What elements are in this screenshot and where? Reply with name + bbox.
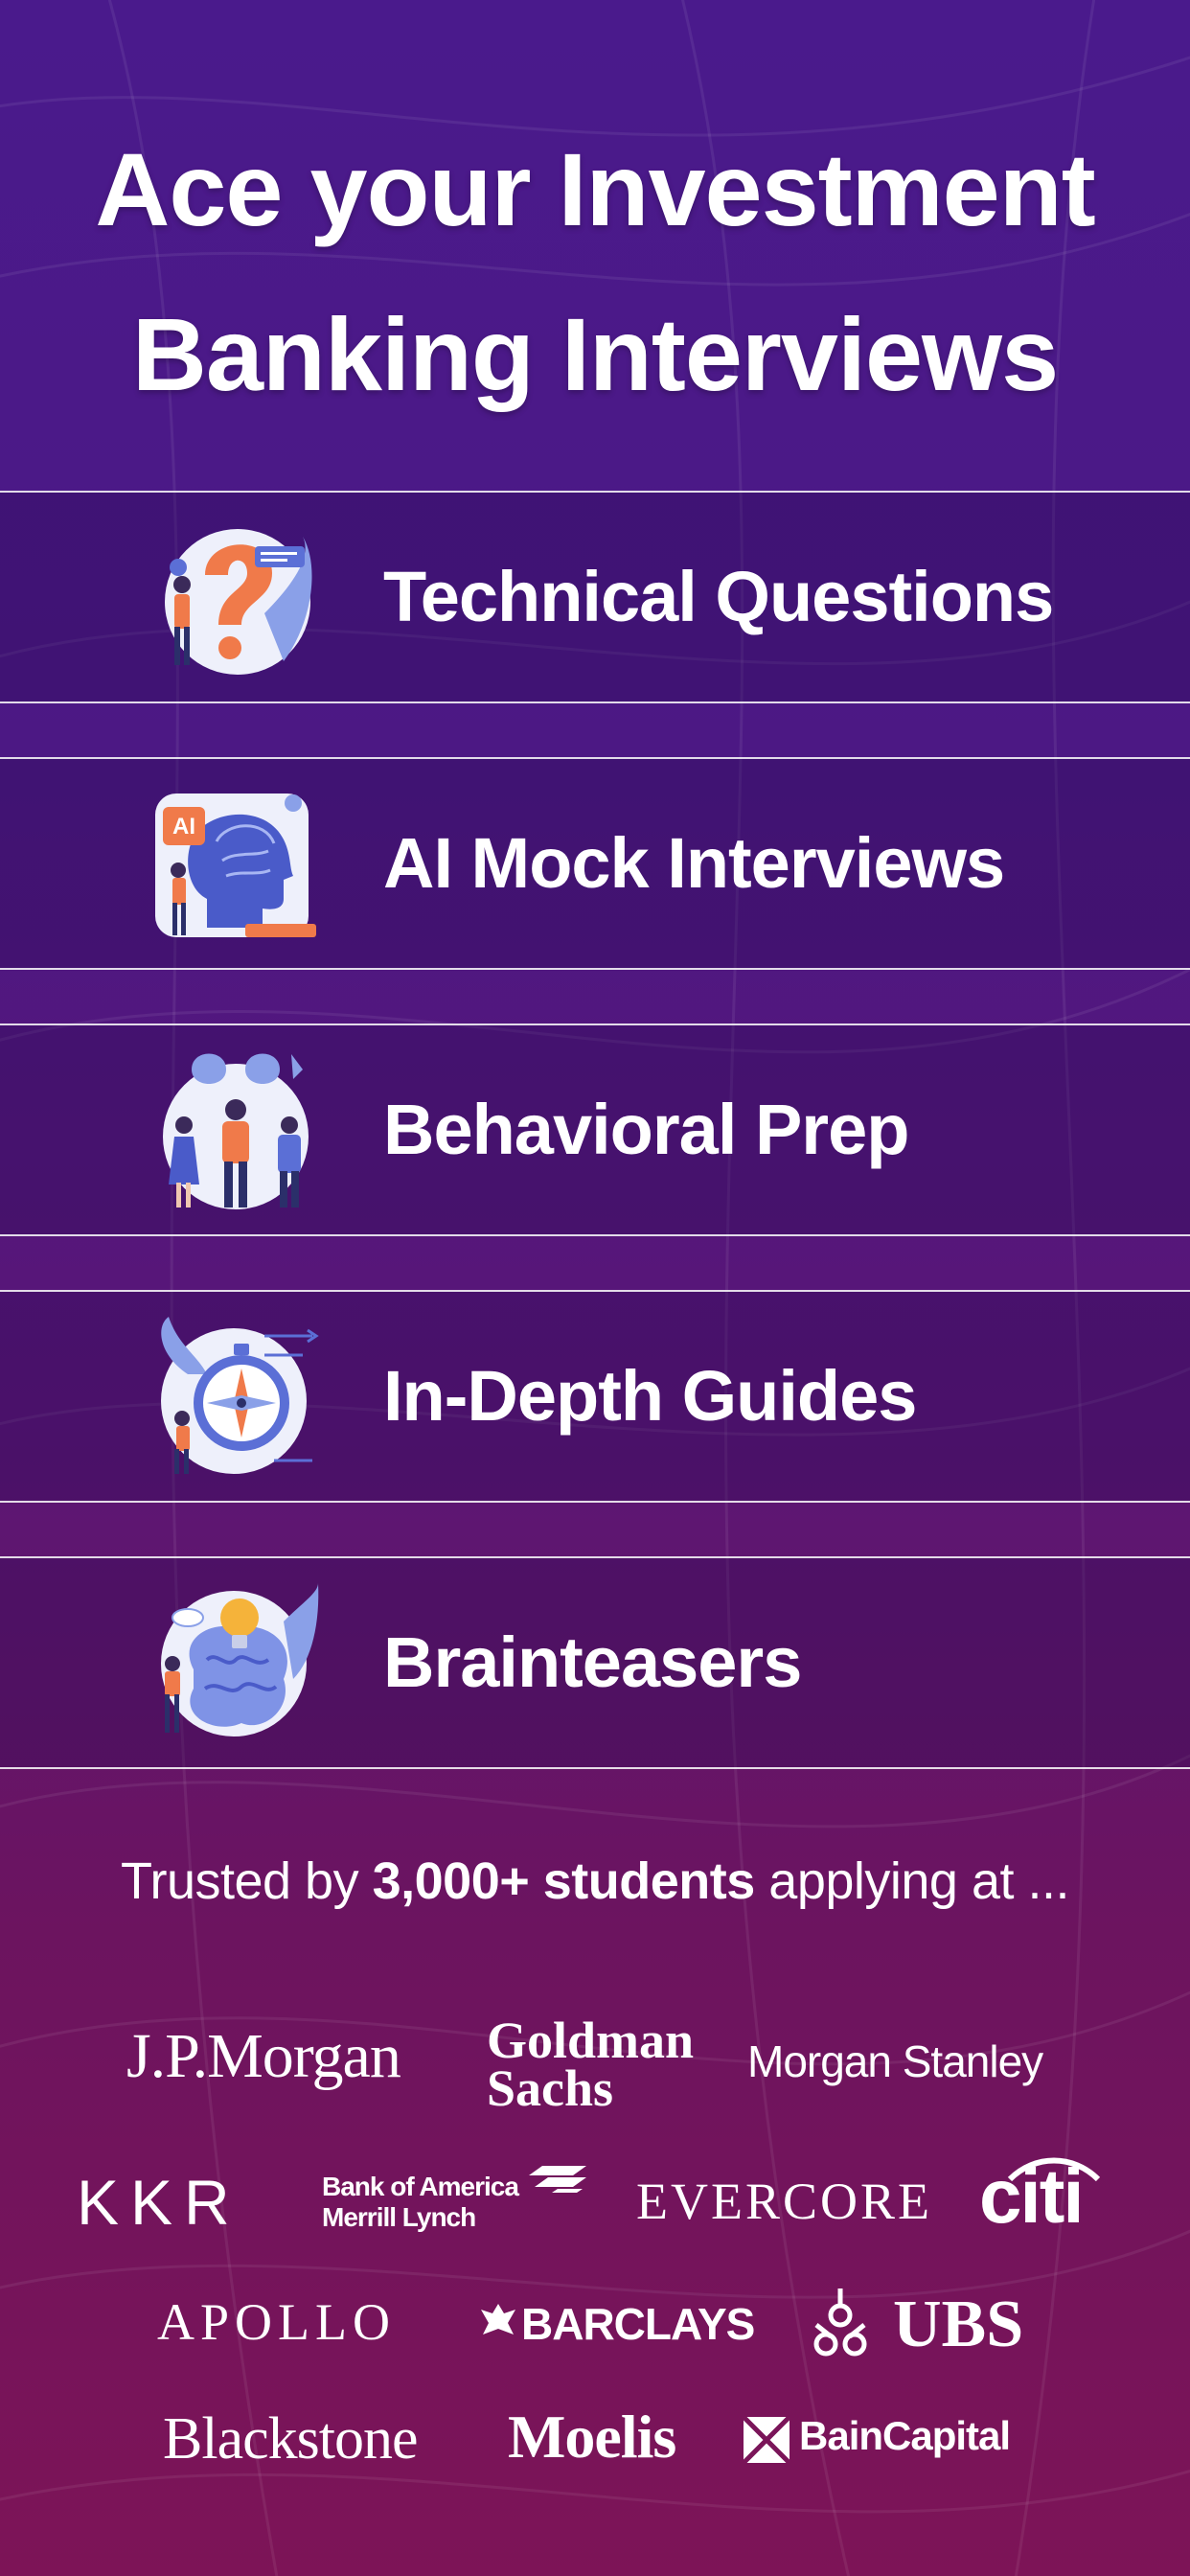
feature-label: In-Depth Guides (383, 1356, 917, 1436)
feature-technical-questions[interactable]: Technical Questions (0, 491, 1190, 703)
compass-illustration-icon (161, 1317, 319, 1474)
feature-list: Technical Questions AI AI Mock Interview… (0, 491, 1190, 1823)
title-line-1: Ace your Investment (95, 131, 1095, 247)
logo-blackstone: Blackstone (163, 2406, 418, 2472)
feature-brainteasers[interactable]: Brainteasers (0, 1556, 1190, 1769)
logo-kkr: KKR (77, 2167, 241, 2238)
logo-jpmorgan: J.P.Morgan (126, 2021, 401, 2091)
feature-behavioral-prep[interactable]: Behavioral Prep (0, 1024, 1190, 1236)
logo-bank-of-america-merrill-lynch: Bank of America Merrill Lynch (322, 2172, 519, 2233)
feature-in-depth-guides[interactable]: In-Depth Guides (0, 1290, 1190, 1503)
logo-goldman-sachs: Goldman Sachs (487, 2012, 695, 2117)
trusted-prefix: Trusted by (120, 1852, 373, 1910)
logo-barclays: BARCLAYS (521, 2299, 755, 2349)
bank-of-america-flag-icon (529, 2166, 586, 2193)
people-masks-illustration-icon (163, 1053, 309, 1209)
trusted-highlight: 3,000+ students (372, 1852, 756, 1910)
ai-badge-text: AI (172, 814, 195, 840)
boa-line-1: Bank of America (322, 2172, 519, 2201)
feature-label: Brainteasers (383, 1622, 802, 1702)
logo-apollo: APOLLO (157, 2293, 396, 2351)
boa-line-2: Merrill Lynch (322, 2202, 476, 2232)
barclays-eagle-icon (481, 2304, 515, 2334)
citi-arc-icon (1007, 2157, 1101, 2182)
bain-capital-mark-icon (744, 2417, 790, 2463)
question-mark-illustration-icon (165, 529, 312, 675)
trusted-suffix: applying at ... (754, 1852, 1069, 1910)
goldman-line-2: Sachs (487, 2059, 614, 2117)
brain-lightbulb-illustration-icon (161, 1583, 319, 1736)
feature-label: Technical Questions (383, 557, 1054, 636)
ubs-keys-icon (813, 2288, 867, 2357)
logo-moelis: Moelis (508, 2403, 676, 2471)
promo-page: Ace your Investment Banking Interviews T… (0, 0, 1190, 2576)
goldman-line-1: Goldman (487, 2012, 695, 2069)
title-line-2: Banking Interviews (131, 296, 1059, 412)
logo-ubs: UBS (893, 2288, 1024, 2361)
logo-morgan-stanley: Morgan Stanley (747, 2036, 1043, 2086)
ai-head-illustration-icon: AI (155, 794, 316, 937)
feature-ai-mock-interviews[interactable]: AI AI Mock Interviews (0, 757, 1190, 970)
feature-label: Behavioral Prep (383, 1090, 909, 1169)
logo-bain-capital: BainCapital (799, 2413, 1011, 2458)
logo-evercore: EVERCORE (636, 2173, 933, 2230)
feature-label: AI Mock Interviews (383, 823, 1005, 903)
trusted-by-text: Trusted by 3,000+ students applying at .… (0, 1852, 1190, 1911)
page-title: Ace your Investment Banking Interviews (0, 107, 1190, 437)
